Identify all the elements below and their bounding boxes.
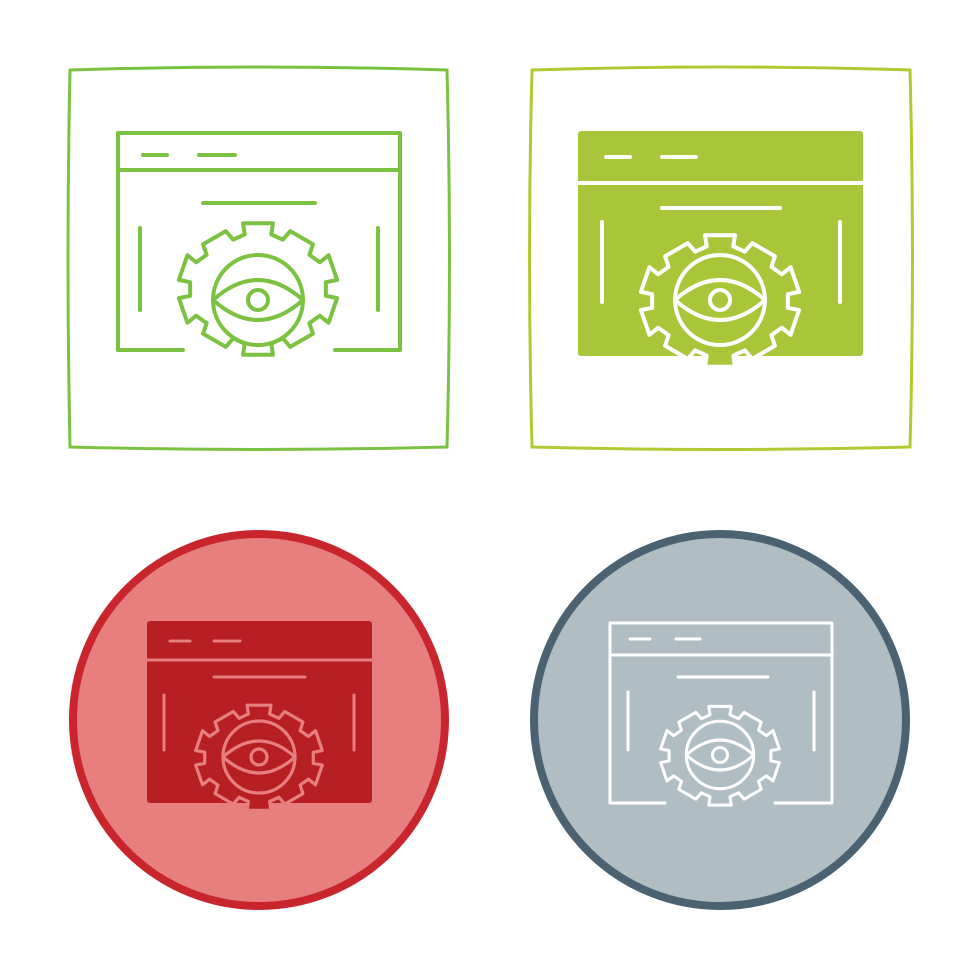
icon-set-canvas — [66, 65, 914, 910]
gear-icon — [194, 703, 324, 813]
icon-variant-filled-red — [69, 530, 449, 910]
icon-variant-filled-lime — [528, 65, 914, 451]
square-frame — [66, 65, 451, 451]
icon-variant-line-green — [66, 65, 451, 451]
icon-variant-line-slate — [530, 530, 910, 910]
gear-icon — [638, 233, 802, 369]
